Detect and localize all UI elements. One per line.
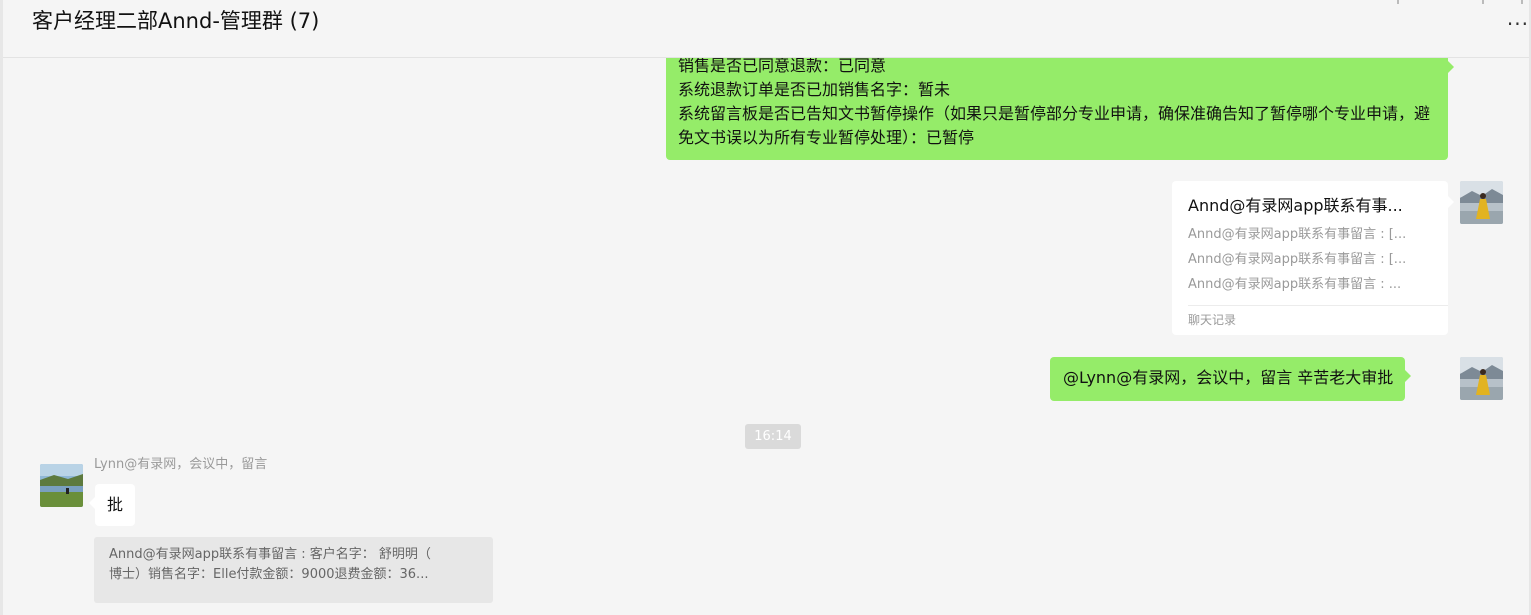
avatar[interactable]: [1460, 357, 1503, 400]
sender-name: Lynn@有录网，会议中，留言: [94, 457, 268, 472]
forward-card-line: Annd@有录网app联系有事留言 : [...: [1188, 227, 1407, 242]
avatar[interactable]: [40, 464, 83, 507]
forwarded-chat-record-card[interactable]: Annd@有录网app联系有事... Annd@有录网app联系有事留言 : […: [1172, 181, 1454, 335]
message-line: 销售是否已同意退款：已同意: [678, 58, 887, 75]
window-control-mark: [1482, 0, 1484, 4]
received-message-bubble[interactable]: 批: [88, 484, 136, 526]
quote-line: 博士）销售名字：Elle付款金额：9000退费金额：36...: [109, 567, 429, 582]
message-line: 系统留言板是否已告知文书暂停操作（如果只是暂停部分专业申请，确保准确告知了暂停哪…: [678, 104, 1431, 147]
divider: [1188, 305, 1448, 306]
forward-card-footer: 聊天记录: [1188, 313, 1237, 327]
sent-message-bubble[interactable]: 销售是否已同意退款：已同意 系统退款订单是否已加销售名字：暂未 系统留言板是否已…: [666, 58, 1454, 160]
forward-card-line: Annd@有录网app联系有事留言 : ...: [1188, 277, 1402, 292]
message-line: 系统退款订单是否已加销售名字：暂未: [678, 80, 951, 99]
message-list[interactable]: 销售是否已同意退款：已同意 系统退款订单是否已加销售名字：暂未 系统留言板是否已…: [3, 58, 1529, 615]
forward-card-line: Annd@有录网app联系有事留言 : [...: [1188, 252, 1407, 267]
quote-line: Annd@有录网app联系有事留言 : 客户名字： 舒明明（: [109, 547, 431, 562]
window-control-mark: [1397, 0, 1399, 4]
chat-title: 客户经理二部Annd-管理群 (7): [32, 9, 320, 33]
sent-message-bubble[interactable]: @Lynn@有录网，会议中，留言 辛苦老大审批: [1050, 357, 1412, 401]
avatar[interactable]: [1460, 181, 1503, 224]
more-options-icon[interactable]: ···: [1507, 14, 1529, 34]
chat-header: 客户经理二部Annd-管理群 (7) ···: [3, 0, 1529, 58]
quoted-message[interactable]: Annd@有录网app联系有事留言 : 客户名字： 舒明明（ 博士）销售名字：E…: [94, 537, 493, 603]
forward-card-title: Annd@有录网app联系有事...: [1188, 196, 1403, 215]
window-control-mark: [1521, 0, 1523, 4]
message-timestamp: 16:14: [745, 424, 801, 449]
